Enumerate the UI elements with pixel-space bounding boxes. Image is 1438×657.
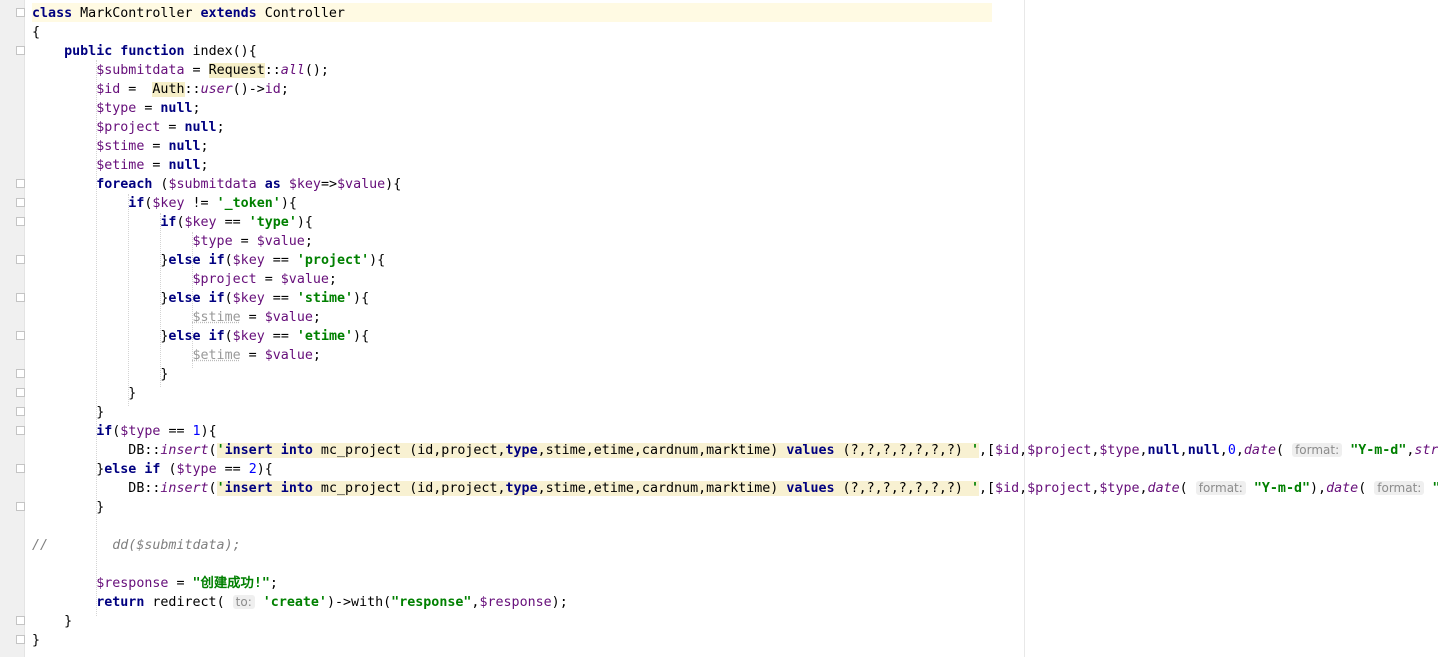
code-line[interactable]: $project = null;	[32, 118, 224, 137]
code-line[interactable]: }	[32, 498, 104, 517]
code-line[interactable]: }	[32, 403, 104, 422]
fold-marker-if-type[interactable]	[16, 217, 25, 226]
code-line[interactable]: if($key == 'type'){	[32, 213, 313, 232]
fold-marker-index-close[interactable]	[16, 616, 25, 625]
fold-marker-else-project[interactable]	[16, 255, 25, 264]
fold-marker-if-token-close[interactable]	[16, 388, 25, 397]
fold-marker-class[interactable]	[16, 8, 25, 17]
code-line[interactable]: DB::insert('insert into mc_project (id,p…	[32, 479, 1438, 498]
code-line[interactable]: foreach ($submitdata as $key=>$value){	[32, 175, 401, 194]
code-line[interactable]: DB::insert('insert into mc_project (id,p…	[32, 441, 1438, 460]
fold-marker-index[interactable]	[16, 46, 25, 55]
fold-marker-foreach-close[interactable]	[16, 407, 25, 416]
editor-gutter	[0, 0, 25, 657]
code-line[interactable]: }	[32, 612, 72, 631]
code-line[interactable]: class MarkController extends Controller	[32, 4, 345, 23]
code-line[interactable]: $stime = null;	[32, 137, 208, 156]
code-line[interactable]: }	[32, 384, 136, 403]
code-line[interactable]: }	[32, 631, 40, 650]
code-line[interactable]: if($key != '_token'){	[32, 194, 297, 213]
right-margin-guide	[1024, 0, 1025, 657]
code-line[interactable]: if($type == 1){	[32, 422, 216, 441]
fold-marker-if-token[interactable]	[16, 198, 25, 207]
code-line[interactable]: {	[32, 23, 40, 42]
code-line[interactable]: }else if($key == 'project'){	[32, 251, 385, 270]
fold-marker-if-close[interactable]	[16, 369, 25, 378]
code-line[interactable]: $type = null;	[32, 99, 200, 118]
code-line[interactable]: $response = "创建成功!";	[32, 574, 278, 593]
code-line[interactable]: $etime = null;	[32, 156, 208, 175]
code-line[interactable]: public function index(){	[32, 42, 257, 61]
fold-marker-else-type2[interactable]	[16, 464, 25, 473]
fold-marker-foreach[interactable]	[16, 179, 25, 188]
fold-marker-if-type1[interactable]	[16, 426, 25, 435]
code-line[interactable]: $id = Auth::user()->id;	[32, 80, 289, 99]
code-line[interactable]: }else if($key == 'etime'){	[32, 327, 369, 346]
code-line[interactable]: }else if($key == 'stime'){	[32, 289, 369, 308]
code-line[interactable]: }else if ($type == 2){	[32, 460, 273, 479]
fold-marker-else-etime[interactable]	[16, 331, 25, 340]
fold-marker-else-stime[interactable]	[16, 293, 25, 302]
code-line[interactable]: $stime = $value;	[32, 308, 320, 327]
code-line[interactable]: $etime = $value;	[32, 346, 320, 365]
code-line[interactable]: }	[32, 365, 168, 384]
code-line[interactable]: // dd($submitdata);	[32, 536, 241, 555]
code-line[interactable]: $project = $value;	[32, 270, 336, 289]
code-line[interactable]: return redirect( to: 'create')->with("re…	[32, 593, 568, 612]
code-line[interactable]: $type = $value;	[32, 232, 312, 251]
code-editor[interactable]: class MarkController extends Controller{…	[32, 0, 1438, 657]
fold-marker-if-type-close[interactable]	[16, 502, 25, 511]
fold-marker-class-close[interactable]	[16, 635, 25, 644]
code-line[interactable]: $submitdata = Request::all();	[32, 61, 329, 80]
